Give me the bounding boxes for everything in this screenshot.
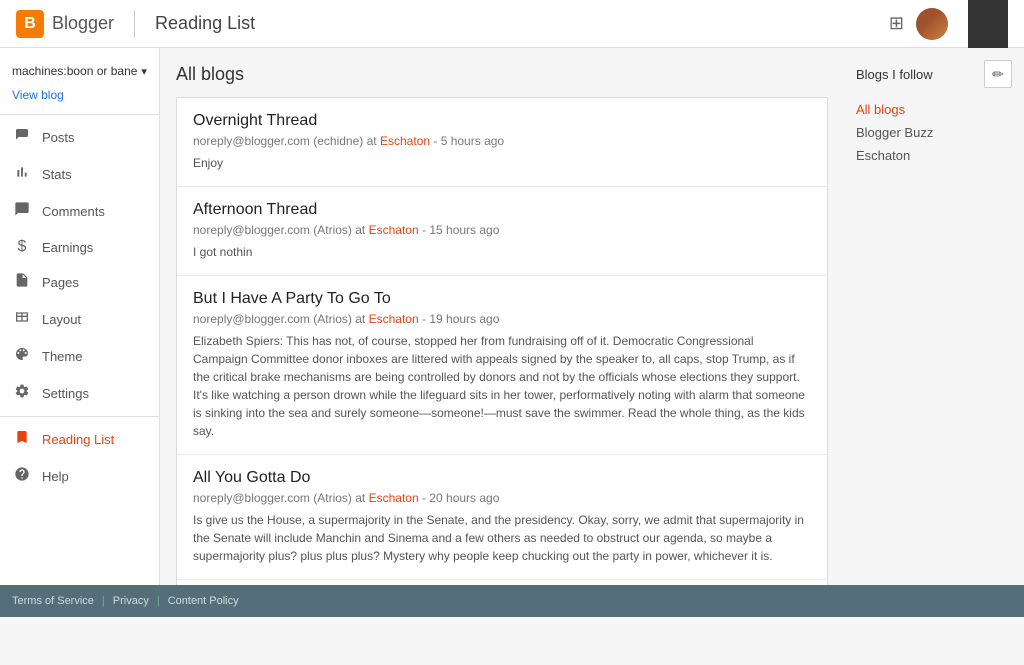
post-meta: noreply@blogger.com (Atrios) at Eschaton… bbox=[193, 491, 811, 505]
settings-label: Settings bbox=[42, 386, 89, 401]
sidebar-item-theme[interactable]: Theme bbox=[0, 338, 159, 375]
layout-label: Layout bbox=[42, 312, 81, 327]
help-label: Help bbox=[42, 469, 69, 484]
post-excerpt: Enjoy bbox=[193, 154, 811, 172]
post-item: Overnight Thread noreply@blogger.com (ec… bbox=[177, 98, 827, 187]
view-blog-link[interactable]: View blog bbox=[0, 86, 159, 110]
post-meta: noreply@blogger.com (Atrios) at Eschaton… bbox=[193, 312, 811, 326]
post-title[interactable]: Afternoon Thread bbox=[193, 201, 811, 219]
layout-icon bbox=[12, 309, 32, 330]
user-avatar[interactable] bbox=[916, 8, 948, 40]
page-title: Reading List bbox=[155, 13, 255, 34]
blogs-follow-header: Blogs I follow ✏ bbox=[856, 60, 1012, 88]
comments-label: Comments bbox=[42, 204, 105, 219]
edit-pencil-icon: ✏ bbox=[992, 66, 1004, 83]
post-blog-link[interactable]: Eschaton bbox=[369, 312, 419, 326]
post-item: But I Have A Party To Go To noreply@blog… bbox=[177, 276, 827, 455]
post-blog-link[interactable]: Eschaton bbox=[369, 223, 419, 237]
sidebar-item-stats[interactable]: Stats bbox=[0, 156, 159, 193]
blogger-logo-icon: B bbox=[16, 10, 44, 38]
sidebar-item-layout[interactable]: Layout bbox=[0, 301, 159, 338]
sidebar-item-help[interactable]: Help bbox=[0, 458, 159, 495]
sidebar-divider bbox=[0, 114, 159, 115]
blog-selector[interactable]: machines:boon or bane ▾ bbox=[0, 56, 159, 86]
post-item: All You Gotta Do noreply@blogger.com (At… bbox=[177, 455, 827, 580]
sidebar-item-pages[interactable]: Pages bbox=[0, 264, 159, 301]
follow-list-item-eschaton[interactable]: Eschaton bbox=[856, 144, 1012, 167]
post-excerpt: Elizabeth Spiers: This has not, of cours… bbox=[193, 332, 811, 440]
post-meta: noreply@blogger.com (Atrios) at Eschaton… bbox=[193, 223, 811, 237]
dropdown-arrow-icon: ▾ bbox=[141, 65, 147, 78]
main-layout: machines:boon or bane ▾ View blog Posts … bbox=[0, 48, 1024, 617]
posts-container: Overnight Thread noreply@blogger.com (ec… bbox=[176, 97, 828, 617]
section-title: All blogs bbox=[176, 64, 828, 85]
post-excerpt: I got nothin bbox=[193, 243, 811, 261]
posts-label: Posts bbox=[42, 130, 75, 145]
sidebar-item-comments[interactable]: Comments bbox=[0, 193, 159, 230]
reading-list-label: Reading List bbox=[42, 432, 114, 447]
follow-list-item-all-blogs[interactable]: All blogs bbox=[856, 98, 1012, 121]
blogger-wordmark: Blogger bbox=[52, 13, 114, 34]
pages-label: Pages bbox=[42, 275, 79, 290]
sidebar-item-earnings[interactable]: $ Earnings bbox=[0, 230, 159, 264]
logo-area: B Blogger Reading List bbox=[16, 10, 255, 38]
sidebar: machines:boon or bane ▾ View blog Posts … bbox=[0, 48, 160, 617]
terms-link[interactable]: Terms of Service bbox=[12, 595, 94, 607]
stats-label: Stats bbox=[42, 167, 72, 182]
comments-icon bbox=[12, 201, 32, 222]
header-right: ⊞ bbox=[889, 0, 1008, 48]
content-area: All blogs Overnight Thread noreply@blogg… bbox=[160, 48, 844, 617]
dark-block bbox=[968, 0, 1008, 48]
sidebar-divider-2 bbox=[0, 416, 159, 417]
post-title[interactable]: All You Gotta Do bbox=[193, 469, 811, 487]
theme-label: Theme bbox=[42, 349, 82, 364]
footer-sep-1: | bbox=[102, 595, 105, 607]
pages-icon bbox=[12, 272, 32, 293]
post-title[interactable]: But I Have A Party To Go To bbox=[193, 290, 811, 308]
right-panel: Blogs I follow ✏ All blogs Blogger Buzz … bbox=[844, 48, 1024, 617]
footer-sep-2: | bbox=[157, 595, 160, 607]
posts-icon bbox=[12, 127, 32, 148]
header: B Blogger Reading List ⊞ bbox=[0, 0, 1024, 48]
post-item: Afternoon Thread noreply@blogger.com (At… bbox=[177, 187, 827, 276]
blogs-follow-title: Blogs I follow bbox=[856, 67, 933, 82]
sidebar-item-settings[interactable]: Settings bbox=[0, 375, 159, 412]
post-blog-link[interactable]: Eschaton bbox=[369, 491, 419, 505]
privacy-link[interactable]: Privacy bbox=[113, 595, 149, 607]
post-blog-link[interactable]: Eschaton bbox=[380, 134, 430, 148]
reading-list-icon bbox=[12, 429, 32, 450]
earnings-icon: $ bbox=[12, 238, 32, 256]
follow-list-item-blogger-buzz[interactable]: Blogger Buzz bbox=[856, 121, 1012, 144]
post-excerpt: Is give us the House, a supermajority in… bbox=[193, 511, 811, 565]
earnings-label: Earnings bbox=[42, 240, 93, 255]
apps-grid-icon[interactable]: ⊞ bbox=[889, 13, 904, 34]
content-policy-link[interactable]: Content Policy bbox=[168, 595, 239, 607]
blog-name: machines:boon or bane bbox=[12, 64, 137, 78]
sidebar-item-posts[interactable]: Posts bbox=[0, 119, 159, 156]
settings-icon bbox=[12, 383, 32, 404]
header-divider bbox=[134, 10, 135, 38]
edit-follow-button[interactable]: ✏ bbox=[984, 60, 1012, 88]
stats-icon bbox=[12, 164, 32, 185]
sidebar-item-reading-list[interactable]: Reading List bbox=[0, 421, 159, 458]
post-title[interactable]: Overnight Thread bbox=[193, 112, 811, 130]
post-time: - bbox=[433, 134, 440, 148]
post-meta: noreply@blogger.com (echidne) at Eschato… bbox=[193, 134, 811, 148]
help-icon bbox=[12, 466, 32, 487]
footer-bar: Terms of Service | Privacy | Content Pol… bbox=[0, 585, 1024, 617]
theme-icon bbox=[12, 346, 32, 367]
